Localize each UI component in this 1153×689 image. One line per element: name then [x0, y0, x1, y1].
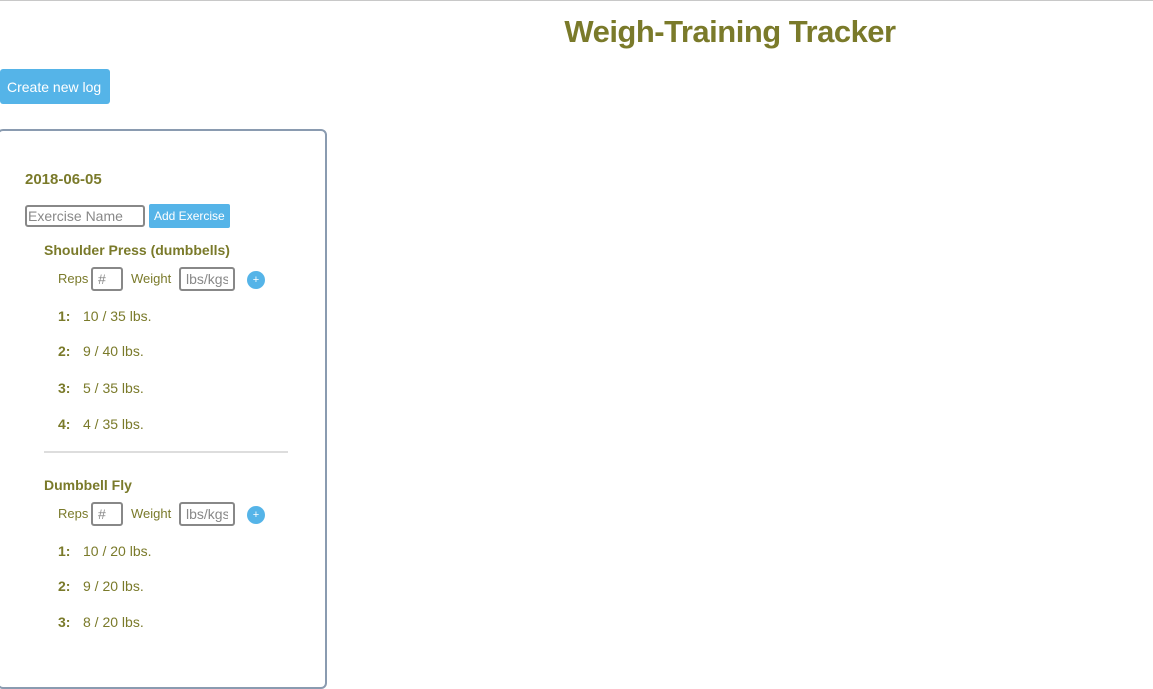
set-value: 5 / 35 lbs.	[83, 380, 144, 396]
set-value: 10 / 35 lbs.	[83, 308, 152, 324]
set-value: 10 / 20 lbs.	[83, 543, 152, 559]
set-value: 8 / 20 lbs.	[83, 614, 144, 630]
weight-input[interactable]	[179, 267, 235, 291]
weight-label: Weight	[131, 506, 172, 521]
exercise-name: Shoulder Press (dumbbells)	[44, 242, 230, 258]
log-card: 2018-06-05 Add Exercise Shoulder Press (…	[0, 129, 327, 689]
set-value: 4 / 35 lbs.	[83, 416, 144, 432]
reps-label: Reps	[58, 506, 89, 521]
weight-input[interactable]	[179, 502, 235, 526]
exercise-name: Dumbbell Fly	[44, 477, 132, 493]
weight-label: Weight	[131, 271, 172, 286]
set-number: 4:	[58, 416, 71, 432]
reps-input[interactable]	[91, 267, 123, 291]
add-set-button[interactable]: +	[247, 506, 265, 524]
set-value: 9 / 20 lbs.	[83, 578, 144, 594]
set-entry-form: Reps Weight +	[58, 267, 288, 291]
exercise-name-input[interactable]	[25, 205, 145, 227]
page-title: Weigh-Training Tracker	[564, 14, 896, 49]
set-number: 3:	[58, 614, 71, 630]
set-number: 3:	[58, 380, 71, 396]
set-number: 2:	[58, 578, 71, 594]
add-set-button[interactable]: +	[247, 271, 265, 289]
create-new-log-button[interactable]: Create new log	[0, 69, 111, 104]
set-number: 2:	[58, 343, 71, 359]
reps-input[interactable]	[91, 502, 123, 526]
reps-label: Reps	[58, 271, 89, 286]
exercise-divider	[44, 451, 288, 453]
set-entry-form: Reps Weight +	[58, 502, 288, 526]
set-value: 9 / 40 lbs.	[83, 343, 144, 359]
log-date: 2018-06-05	[25, 171, 102, 188]
add-exercise-button[interactable]: Add Exercise	[149, 204, 230, 228]
set-number: 1:	[58, 308, 71, 324]
set-number: 1:	[58, 543, 71, 559]
